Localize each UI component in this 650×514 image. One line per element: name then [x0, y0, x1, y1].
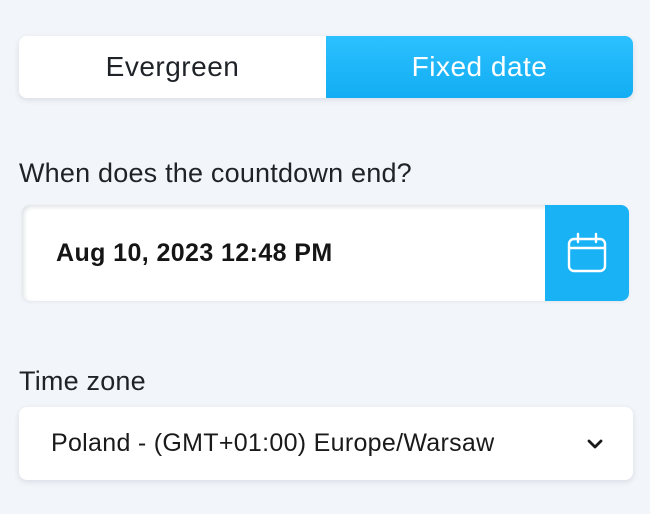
- countdown-type-toggle: Evergreen Fixed date: [19, 36, 633, 98]
- calendar-icon: [566, 232, 608, 274]
- chevron-down-icon: [587, 438, 603, 450]
- time-zone-value: Poland - (GMT+01:00) Europe/Warsaw: [51, 429, 495, 457]
- fixed-date-option[interactable]: Fixed date: [326, 36, 633, 98]
- end-date-input[interactable]: Aug 10, 2023 12:48 PM: [22, 205, 545, 301]
- countdown-end-label: When does the countdown end?: [19, 158, 412, 188]
- time-zone-label: Time zone: [19, 366, 146, 396]
- time-zone-select[interactable]: Poland - (GMT+01:00) Europe/Warsaw: [19, 407, 633, 480]
- end-date-field[interactable]: Aug 10, 2023 12:48 PM: [22, 205, 629, 301]
- evergreen-option[interactable]: Evergreen: [19, 36, 326, 98]
- open-calendar-button[interactable]: [545, 205, 629, 301]
